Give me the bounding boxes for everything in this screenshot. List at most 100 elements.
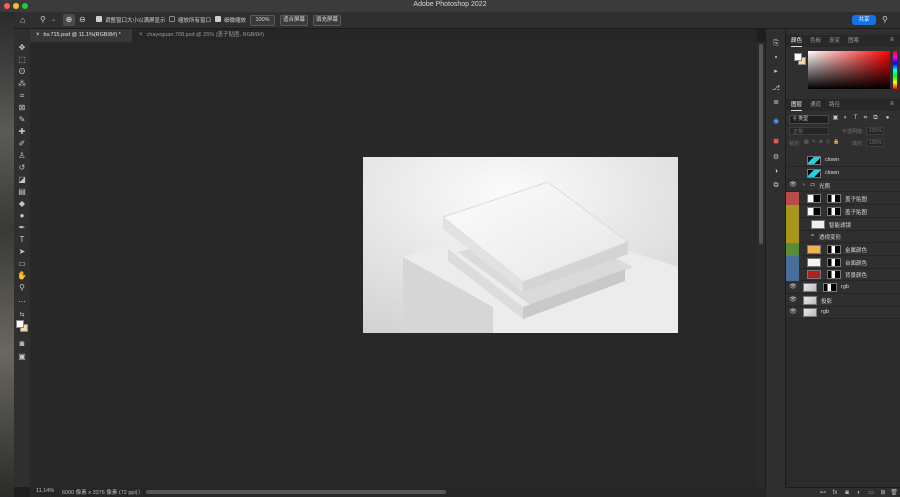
visibility-eye-icon[interactable]: 👁 [789, 297, 797, 304]
3d-panel-icon[interactable]: ◼ [771, 137, 781, 147]
visibility-eye-icon[interactable] [789, 157, 797, 164]
tab-color[interactable]: 颜色 [791, 35, 803, 47]
libraries-panel-icon[interactable]: ⎇ [771, 84, 781, 94]
visibility-eye-icon[interactable]: 👁 [789, 309, 797, 316]
healing-brush-tool-icon[interactable]: ✚ [17, 127, 27, 137]
delete-layer-icon[interactable]: 🗑 [890, 489, 898, 497]
layer-thumbnail[interactable] [807, 206, 821, 216]
layer-thumbnail[interactable] [807, 168, 821, 178]
dodge-tool-icon[interactable]: ● [17, 211, 27, 221]
document-canvas[interactable] [363, 157, 678, 333]
hand-tool-icon[interactable]: ✋ [17, 271, 27, 281]
pen-tool-icon[interactable]: ✒ [17, 223, 27, 233]
type-filter-icon[interactable]: T [852, 115, 859, 122]
fit-screen-button[interactable]: 适合屏幕 [280, 15, 308, 26]
vertical-scrollbar[interactable] [757, 42, 765, 487]
magic-wand-tool-icon[interactable]: ⁂ [17, 79, 27, 89]
blend-mode-select[interactable]: 正常 [789, 127, 829, 135]
adjustment-filter-icon[interactable]: ◐ [842, 115, 849, 122]
layer-row[interactable]: 背景颜色 [786, 268, 900, 282]
new-layer-icon[interactable]: ⊞ [879, 489, 887, 497]
layer-name[interactable]: 背景颜色 [845, 271, 867, 279]
layer-mask-thumbnail[interactable] [827, 244, 841, 254]
shape-filter-icon[interactable]: ⌗ [862, 115, 869, 122]
layer-thumbnail[interactable] [807, 194, 821, 204]
layer-name[interactable]: 光照 [819, 182, 830, 190]
tab-paths[interactable]: 路径 [829, 99, 840, 111]
layer-row[interactable]: 金属颜色 [786, 242, 900, 256]
add-mask-icon[interactable]: ◙ [843, 489, 851, 497]
tab-channels[interactable]: 通道 [810, 99, 821, 111]
home-icon[interactable]: ⌂ [20, 15, 25, 25]
share-button[interactable]: 共享 [852, 15, 876, 25]
scrubby-zoom-checkbox[interactable] [215, 16, 221, 22]
crop-tool-icon[interactable]: ⌗ [17, 91, 27, 101]
visibility-eye-icon[interactable]: 👁 [789, 182, 797, 189]
layer-row[interactable]: ≈ 透视变形 [786, 230, 900, 244]
color-picker-field[interactable] [808, 51, 890, 89]
layer-name[interactable]: rgb [821, 309, 829, 315]
frame-tool-icon[interactable]: ⊠ [17, 103, 27, 113]
layer-row[interactable]: 盖子贴图 [786, 204, 900, 218]
layer-mask-thumbnail[interactable] [823, 283, 837, 292]
visibility-eye-icon[interactable] [789, 271, 797, 278]
layer-row[interactable]: 👁 rgb [786, 281, 900, 294]
fill-input[interactable]: 100% [866, 139, 884, 147]
lock-icons[interactable]: ▦✎✥⊡🔒 [804, 139, 843, 145]
tab-patterns[interactable]: 图案 [848, 35, 859, 47]
zoom-all-windows-checkbox[interactable] [169, 16, 175, 22]
resize-windows-checkbox[interactable] [96, 16, 102, 22]
tab-bv715[interactable]: × bv.715.psd @ 11.1%(RGB/8#) * [30, 29, 132, 42]
layer-name[interactable]: 盖子贴图 [845, 195, 867, 203]
panel-menu-icon[interactable]: ≡ [890, 101, 894, 107]
panel-foreground-swatch[interactable] [794, 53, 802, 61]
move-tool-icon[interactable]: ✥ [17, 43, 27, 53]
link-layers-icon[interactable]: ⊷ [819, 489, 827, 497]
close-tab-icon[interactable]: × [139, 32, 143, 38]
chevron-down-icon[interactable]: ⌄ [51, 16, 56, 23]
history-panel-icon[interactable]: ⎘ [771, 39, 781, 49]
properties-panel-icon[interactable]: ▪ [771, 53, 781, 63]
zoom-out-icon[interactable]: ⊖ [79, 15, 86, 24]
tab-gradients[interactable]: 渐变 [829, 35, 840, 47]
path-selection-tool-icon[interactable]: ➤ [17, 247, 27, 257]
layer-thumbnail[interactable] [811, 219, 825, 229]
zoom-tool-icon[interactable]: ⚲ [17, 283, 27, 293]
visibility-eye-icon[interactable] [789, 208, 797, 215]
layer-name[interactable]: 台面颜色 [845, 259, 867, 267]
layer-thumbnail[interactable] [807, 244, 821, 254]
layer-thumbnail[interactable] [803, 283, 817, 292]
layer-mask-thumbnail[interactable] [827, 257, 841, 267]
navigator-panel-icon[interactable]: ⧉ [771, 181, 781, 191]
visibility-eye-icon[interactable] [789, 233, 797, 240]
layer-row[interactable]: clown [786, 167, 900, 180]
zoom-100-button[interactable]: 100% [250, 15, 275, 26]
smart-object-filter-icon[interactable]: ⧉ [872, 115, 879, 122]
layer-name[interactable]: 盖子贴图 [845, 208, 867, 216]
adjustments-panel-icon[interactable]: ≣ [771, 98, 781, 108]
tab-chayeguan708[interactable]: × chayeguan.708.psd @ 25% (盖子贴图, RGB/8#) [133, 29, 293, 42]
history-brush-tool-icon[interactable]: ↺ [17, 163, 27, 173]
visibility-eye-icon[interactable]: 👁 [789, 284, 797, 291]
pixel-filter-icon[interactable]: ▣ [832, 115, 839, 122]
channels-adjust-icon[interactable]: ⚙ [771, 153, 781, 163]
panel-menu-icon[interactable]: ≡ [890, 37, 894, 43]
layer-thumbnail[interactable] [807, 257, 821, 267]
layer-row[interactable]: 👁 rgb [786, 306, 900, 320]
eyedropper-tool-icon[interactable]: ✎ [17, 115, 27, 125]
layer-row[interactable]: 台面颜色 [786, 255, 900, 269]
gradient-tool-icon[interactable]: ▤ [17, 187, 27, 197]
tab-layers[interactable]: 图层 [791, 99, 803, 111]
layer-row[interactable]: clown [786, 154, 900, 167]
contrast-panel-icon[interactable]: ◑ [771, 167, 781, 177]
quick-mask-icon[interactable]: ◙ [17, 339, 27, 349]
layer-thumbnail[interactable] [803, 308, 817, 318]
layer-kind-filter[interactable]: ⚲ 类型 [789, 115, 829, 124]
adjustment-layer-icon[interactable]: ◐ [855, 489, 863, 497]
tab-swatches[interactable]: 色板 [810, 35, 821, 47]
visibility-eye-icon[interactable] [789, 195, 797, 202]
zoom-in-icon[interactable]: ⊕ [63, 14, 75, 26]
lasso-tool-icon[interactable]: ʘ [17, 67, 27, 77]
eraser-tool-icon[interactable]: ◪ [17, 175, 27, 185]
filter-toggle-icon[interactable]: ● [884, 115, 891, 122]
